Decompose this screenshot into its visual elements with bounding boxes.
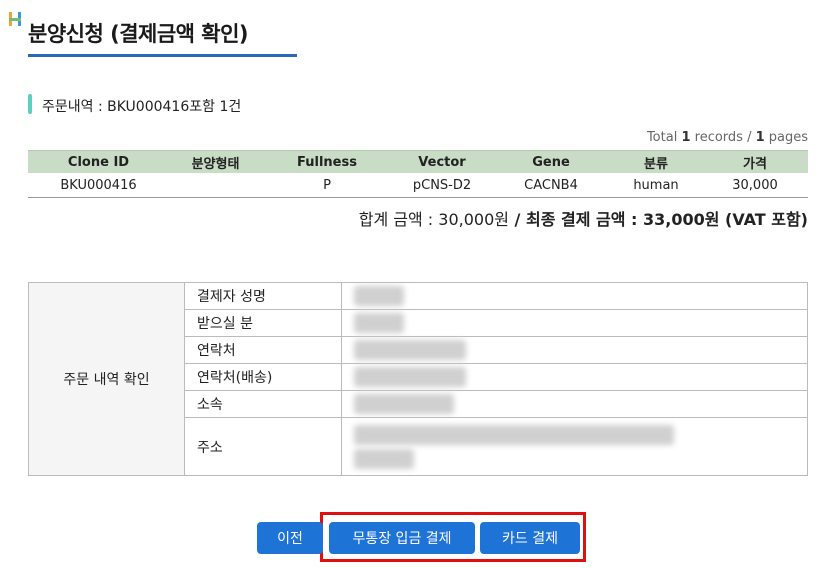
records-total: 1: [681, 130, 691, 145]
redacted-value: [354, 367, 466, 387]
col-fullness: Fullness: [262, 150, 392, 173]
redacted-value: [354, 286, 404, 306]
field-label-phone-shipping: 연락처(배송): [184, 363, 342, 391]
field-value-phone: [341, 336, 808, 364]
confirm-section-label: 주문 내역 확인: [28, 282, 185, 476]
field-value-recipient: [341, 309, 808, 337]
field-label-payer-name: 결제자 성명: [184, 282, 342, 310]
redacted-value: [354, 424, 674, 445]
table-header-row: Clone ID 분양형태 Fullness Vector Gene 분류 가격: [28, 150, 808, 173]
subtotal-label: 합계 금액 :: [358, 210, 439, 229]
confirm-row: 주문 내역 확인 결제자 성명: [28, 282, 808, 476]
order-confirm-table: 주문 내역 확인 결제자 성명 받으실 분 연락처 연락처(배송) 소속 주소: [28, 282, 808, 476]
col-price: 가격: [702, 150, 808, 173]
cell-type: [169, 173, 262, 198]
redacted-value: [354, 313, 404, 333]
total-amount-line: 합계 금액 : 30,000원 / 최종 결제 금액 : 33,000원 (VA…: [359, 206, 808, 230]
records-count: Total 1 records / 1 pages: [647, 130, 808, 145]
table-row: BKU000416 P pCNS-D2 CACNB4 human 30,000: [28, 173, 808, 198]
col-type: 분양형태: [169, 150, 262, 173]
subtotal-value: 30,000원: [438, 210, 509, 229]
col-category: 분류: [610, 150, 702, 173]
redacted-value: [354, 448, 414, 469]
logo-icon: [9, 12, 21, 26]
final-amount-value: 33,000원: [642, 210, 720, 229]
field-value-address: [341, 417, 808, 476]
order-items-table: Clone ID 분양형태 Fullness Vector Gene 분류 가격…: [28, 150, 808, 198]
order-summary-marker: [28, 94, 32, 114]
field-value-phone-shipping: [341, 363, 808, 391]
field-value-affiliation: [341, 390, 808, 418]
cell-category: human: [610, 173, 702, 198]
field-label-recipient: 받으실 분: [184, 309, 342, 337]
vat-note: (VAT 포함): [719, 210, 808, 229]
cell-fullness: P: [262, 173, 392, 198]
title-underline: [28, 54, 297, 57]
cell-gene: CACNB4: [492, 173, 610, 198]
records-suffix: pages: [764, 130, 808, 145]
col-gene: Gene: [492, 150, 610, 173]
prev-button[interactable]: 이전: [257, 522, 323, 554]
records-mid: records /: [690, 130, 756, 145]
pages-total: 1: [755, 130, 765, 145]
redacted-value: [354, 394, 454, 414]
redacted-value: [354, 340, 466, 360]
total-separator: /: [508, 210, 526, 229]
cell-clone-id: BKU000416: [28, 173, 169, 198]
col-vector: Vector: [392, 150, 492, 173]
field-label-address: 주소: [184, 417, 342, 476]
cell-price: 30,000: [702, 173, 808, 198]
field-value-payer-name: [341, 282, 808, 310]
records-prefix: Total: [646, 130, 682, 145]
cell-vector: pCNS-D2: [392, 173, 492, 198]
col-clone-id: Clone ID: [28, 150, 169, 173]
final-amount-label: 최종 결제 금액 :: [525, 210, 643, 229]
page-title: 분양신청 (결제금액 확인): [28, 22, 249, 46]
field-label-affiliation: 소속: [184, 390, 342, 418]
field-label-phone: 연락처: [184, 336, 342, 364]
bank-transfer-button[interactable]: 무통장 입금 결제: [329, 522, 475, 554]
order-summary: 주문내역 : BKU000416포함 1건: [42, 99, 242, 115]
card-payment-button[interactable]: 카드 결제: [480, 522, 580, 554]
